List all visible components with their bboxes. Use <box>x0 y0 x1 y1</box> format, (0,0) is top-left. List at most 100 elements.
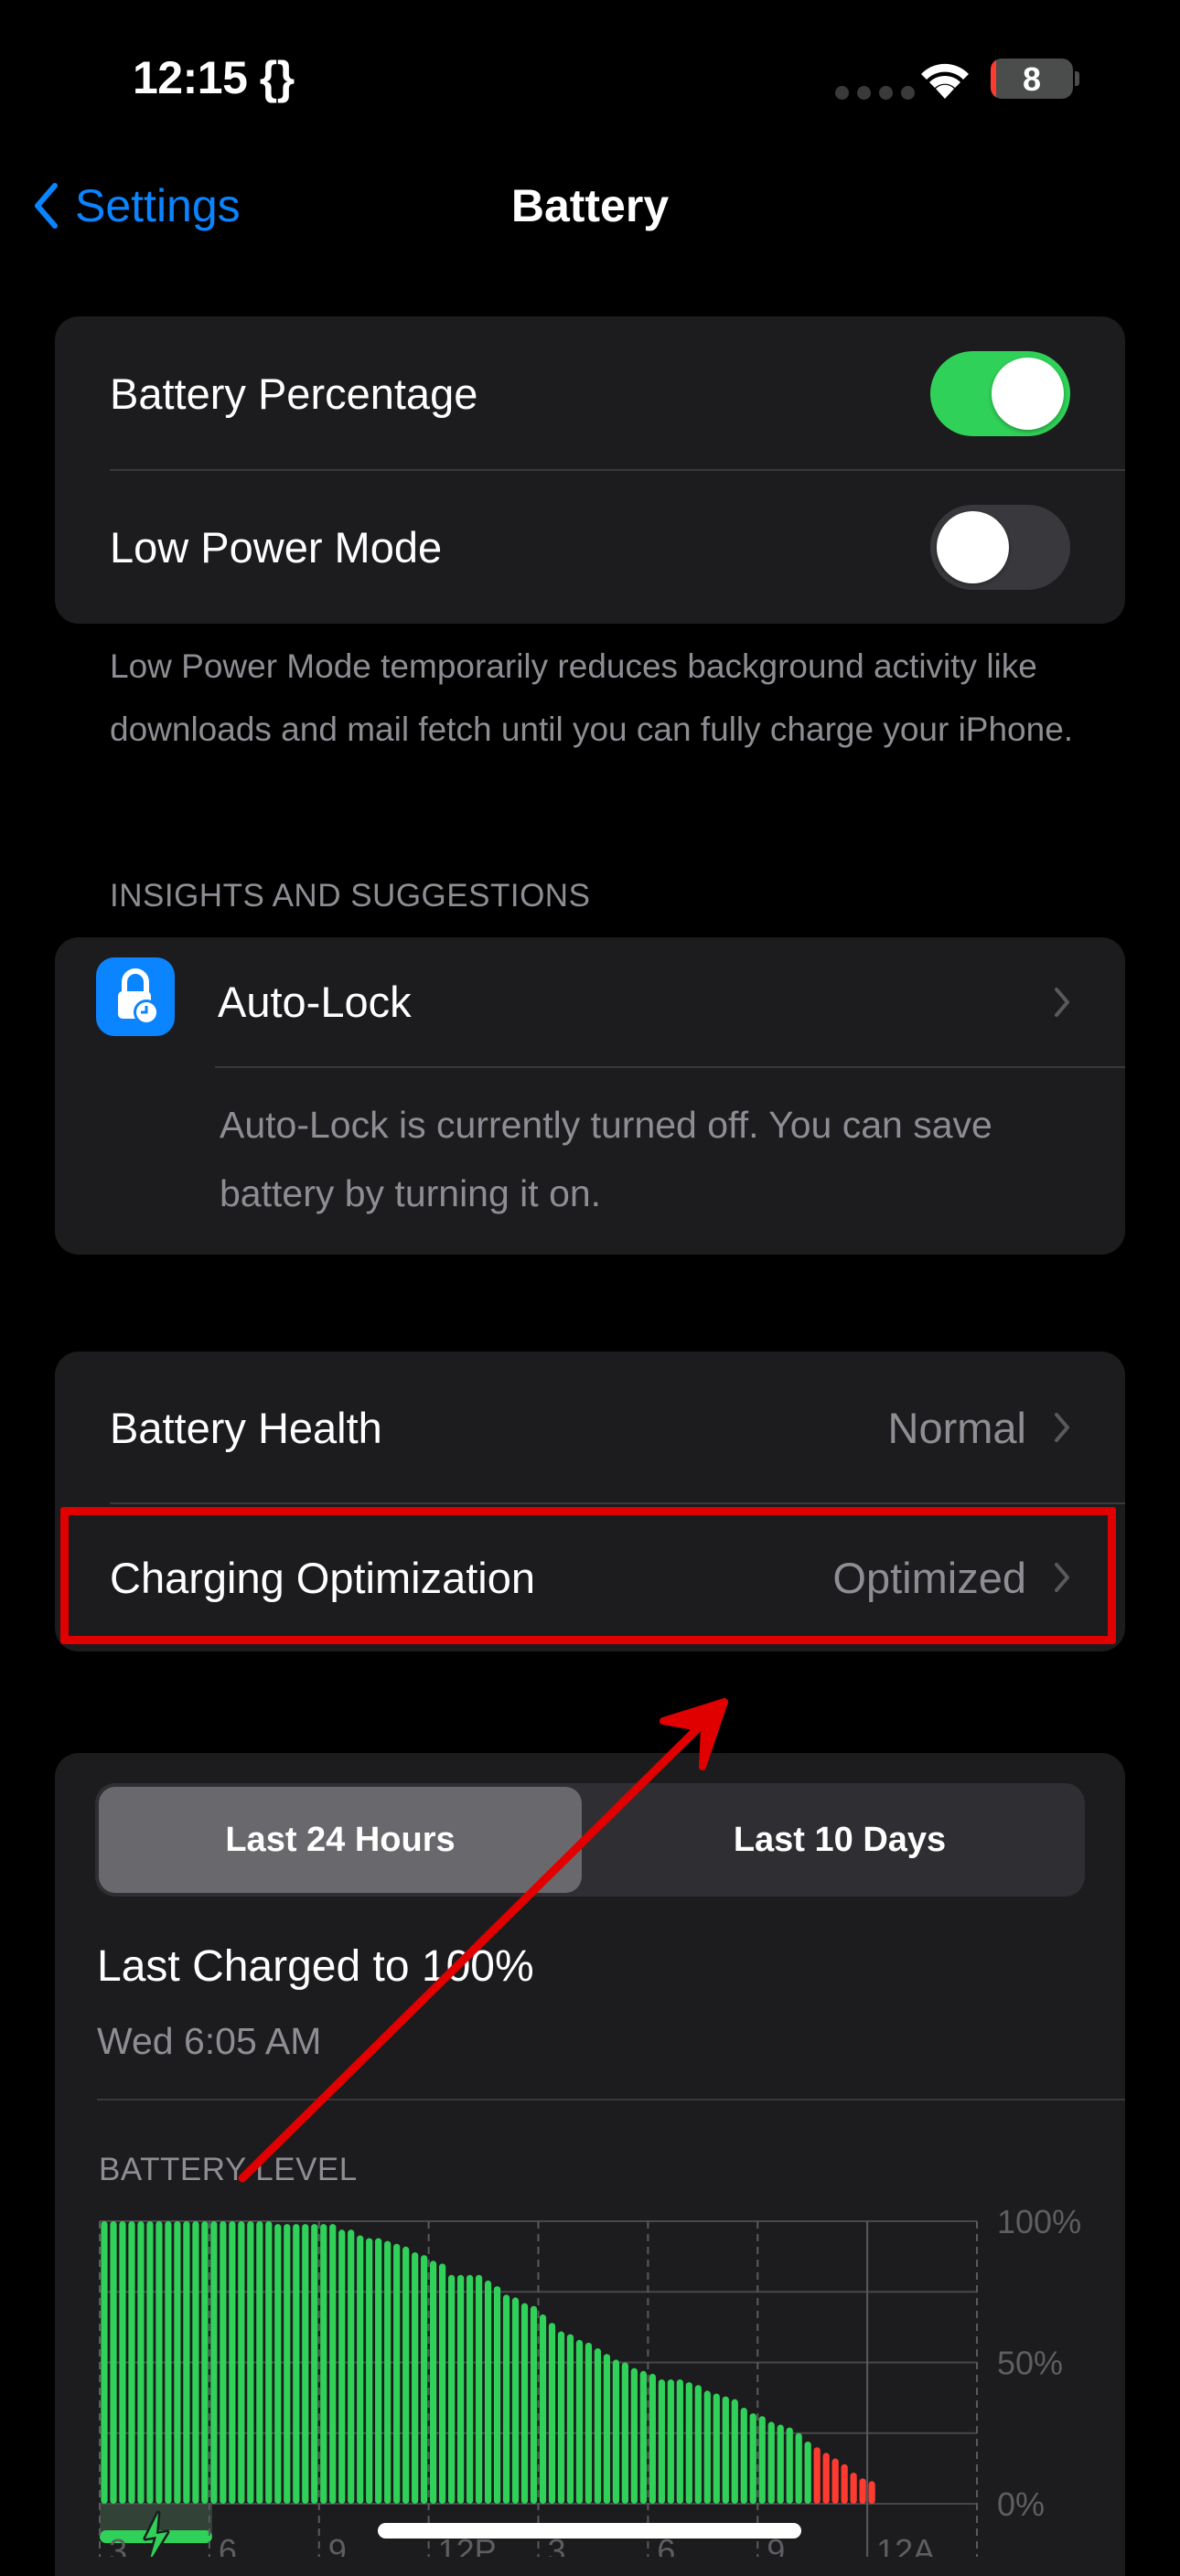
battery-bar <box>520 2303 529 2504</box>
battery-bar <box>274 2224 282 2504</box>
battery-bar <box>767 2421 775 2504</box>
battery-percentage: 8 <box>1022 60 1042 98</box>
battery-bar <box>165 2221 172 2504</box>
battery-bar <box>128 2221 135 2504</box>
battery-bar <box>220 2221 227 2504</box>
tab-last-10-days[interactable]: Last 10 Days <box>598 1787 1081 1893</box>
chevron-left-icon <box>35 183 58 229</box>
auto-lock-description: Auto-Lock is currently turned off. You c… <box>220 1104 992 1214</box>
battery-bar <box>375 2238 382 2504</box>
battery-bar <box>256 2221 263 2504</box>
battery-bar <box>137 2221 145 2504</box>
tab-last-24-hours[interactable]: Last 24 Hours <box>99 1787 582 1893</box>
battery-bar <box>302 2224 309 2504</box>
battery-bar <box>502 2294 510 2504</box>
battery-bar <box>777 2424 784 2504</box>
low-power-mode-row: Low Power Mode <box>55 470 1125 624</box>
home-indicator[interactable] <box>378 2523 801 2539</box>
battery-percentage-toggle[interactable] <box>930 350 1070 436</box>
battery-bar <box>822 2453 830 2504</box>
low-power-mode-label: Low Power Mode <box>110 522 443 572</box>
battery-bar <box>841 2464 848 2504</box>
battery-bar <box>548 2323 556 2504</box>
battery-bar <box>146 2221 154 2504</box>
battery-bar <box>612 2359 620 2504</box>
battery-bar <box>493 2286 501 2504</box>
battery-bar <box>183 2221 190 2504</box>
battery-health-group: Battery Health Normal Charging Optimizat… <box>55 1352 1125 1651</box>
battery-bar <box>238 2221 245 2504</box>
battery-bar <box>630 2368 638 2504</box>
auto-lock-row[interactable]: Auto-Lock <box>55 937 1125 1066</box>
x-tick-label: 12A <box>876 2532 935 2557</box>
battery-bar <box>566 2334 574 2504</box>
battery-bar <box>311 2224 318 2504</box>
battery-bar <box>247 2221 254 2504</box>
battery-bar <box>859 2478 866 2504</box>
battery-bar <box>850 2473 857 2504</box>
battery-health-row[interactable]: Battery Health Normal <box>55 1352 1125 1503</box>
back-button[interactable]: Settings <box>33 179 241 232</box>
battery-bar <box>749 2413 756 2504</box>
auto-lock-label: Auto-Lock <box>218 978 412 1026</box>
battery-bar <box>192 2221 199 2504</box>
x-tick-label: 6 <box>219 2532 237 2557</box>
battery-bar <box>119 2221 126 2504</box>
y-tick-label: 50% <box>997 2345 1063 2382</box>
battery-percentage-row: Battery Percentage <box>55 316 1125 470</box>
battery-bar <box>156 2221 163 2504</box>
battery-bar <box>703 2390 711 2504</box>
battery-bar <box>348 2229 355 2504</box>
battery-bar <box>393 2243 401 2504</box>
battery-bar <box>585 2342 593 2504</box>
battery-bar <box>201 2221 209 2504</box>
x-tick-label: 9 <box>328 2532 347 2557</box>
battery-level-header: BATTERY LEVEL <box>99 2152 358 2187</box>
time-range-segmented-control: Last 24 Hours Last 10 Days <box>95 1783 1085 1897</box>
lock-clock-icon <box>96 957 175 1036</box>
battery-percentage-label: Battery Percentage <box>110 369 478 418</box>
battery-health-label: Battery Health <box>110 1403 382 1452</box>
battery-bar <box>110 2221 117 2504</box>
battery-bar <box>639 2370 647 2504</box>
battery-bar <box>658 2379 665 2504</box>
charging-optimization-row[interactable]: Charging Optimization Optimized <box>55 1503 1125 1651</box>
battery-bar <box>101 2221 108 2504</box>
battery-icon: 8 <box>991 59 1073 99</box>
insights-header: INSIGHTS AND SUGGESTIONS <box>110 878 591 914</box>
battery-bar <box>338 2229 346 2504</box>
chevron-right-icon <box>1055 1563 1069 1592</box>
battery-bar <box>229 2221 236 2504</box>
battery-bar <box>795 2432 802 2504</box>
battery-bar <box>210 2221 218 2504</box>
battery-bar <box>713 2393 720 2504</box>
battery-bar <box>649 2373 656 2504</box>
battery-bar <box>557 2331 565 2504</box>
battery-bar <box>831 2458 839 2504</box>
battery-bar <box>511 2297 520 2504</box>
battery-bar <box>813 2447 821 2504</box>
battery-bar <box>603 2354 611 2504</box>
low-power-mode-toggle[interactable] <box>930 504 1070 590</box>
battery-bar <box>484 2280 492 2504</box>
battery-bar <box>439 2263 446 2504</box>
battery-bar <box>594 2348 602 2504</box>
battery-bar <box>786 2427 793 2504</box>
toggles-group: Battery Percentage Low Power Mode <box>55 316 1125 624</box>
cellular-signal-icon <box>835 86 915 100</box>
chevron-right-icon <box>1055 987 1069 1017</box>
battery-bar <box>530 2305 538 2504</box>
divider <box>97 2099 1125 2100</box>
status-time: 12:15 {} <box>133 52 295 103</box>
battery-bar <box>447 2274 456 2504</box>
battery-bar <box>804 2442 811 2504</box>
insights-group: Auto-Lock Auto-Lock is currently turned … <box>55 937 1125 1255</box>
battery-bar <box>357 2235 364 2504</box>
battery-bar <box>740 2407 747 2504</box>
battery-bar <box>731 2399 738 2504</box>
y-tick-label: 0% <box>997 2485 1045 2523</box>
battery-bar <box>667 2379 674 2504</box>
x-tick-label: 3 <box>109 2532 127 2557</box>
battery-bar <box>402 2246 410 2504</box>
last-charged-time: Wed 6:05 AM <box>97 2020 322 2062</box>
